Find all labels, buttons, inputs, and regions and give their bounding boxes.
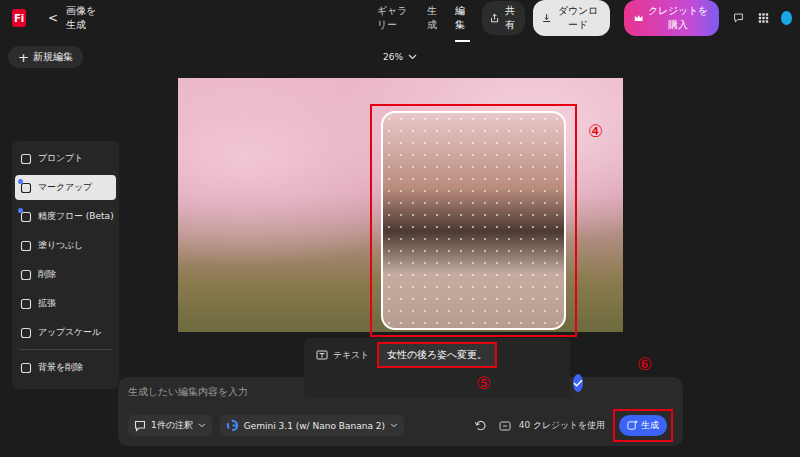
tool-icon — [20, 327, 32, 339]
firefly-logo[interactable]: Fi — [12, 9, 26, 27]
tool-icon — [20, 211, 32, 223]
annotation-marker: ④ — [588, 123, 603, 140]
new-badge — [18, 179, 23, 184]
note-popup: テキスト女性の後ろ姿へ変更。 ⑤ — [304, 338, 570, 398]
buy-credits-button[interactable]: クレジットを購入 — [624, 0, 719, 36]
page-title: 画像を生成 — [66, 4, 105, 32]
nav-tabs: ギャラリー生成編集 — [377, 0, 469, 42]
workspace: +新規編集 26% ④ プロンプトマークアップ精度フロー (Beta) 塗りつぶし削除… — [0, 36, 800, 457]
undo-icon[interactable] — [474, 419, 487, 432]
notes-dropdown[interactable]: 1件の注釈 — [128, 415, 212, 436]
sidebar-item[interactable]: 削除 — [15, 262, 116, 287]
photo[interactable]: ④ — [178, 78, 623, 332]
canvas: ④ — [0, 78, 800, 332]
comment-icon — [134, 420, 146, 432]
tool-sidebar: プロンプトマークアップ精度フロー (Beta) 塗りつぶし削除拡張アップスケール背… — [12, 141, 119, 389]
annotation-box: 生成 — [613, 409, 673, 442]
generate-button[interactable]: 生成 — [619, 415, 667, 436]
tool-icon — [20, 153, 32, 165]
crown-icon — [634, 13, 643, 23]
nav-tab[interactable]: 編集 — [455, 0, 469, 42]
sidebar-item[interactable]: アップスケール — [15, 320, 116, 345]
share-button[interactable]: 共有 — [482, 1, 525, 35]
nav-tab[interactable]: 生成 — [427, 0, 441, 42]
tool-icon — [20, 182, 32, 194]
apps-grid-icon[interactable] — [758, 11, 769, 25]
chevron-down-icon — [390, 423, 398, 428]
credit-cost: 40 クレジットを使用 — [519, 419, 605, 432]
sidebar-item[interactable]: 塗りつぶし — [15, 233, 116, 258]
annotation-marker: ⑥ — [637, 356, 652, 373]
canvas-toolbar: +新規編集 26% — [0, 36, 800, 78]
chevron-down-icon — [408, 54, 417, 60]
download-icon — [542, 12, 551, 24]
zoom-select[interactable]: 26% — [383, 52, 417, 62]
avatar-icon[interactable] — [781, 11, 792, 25]
note-text-field[interactable]: 女性の後ろ姿へ変更。 — [377, 342, 497, 368]
sidebar-item[interactable]: マークアップ — [15, 175, 116, 200]
tool-icon — [20, 298, 32, 310]
google-icon — [226, 419, 239, 432]
text-mode-button[interactable]: テキスト — [316, 349, 369, 362]
nav-tab[interactable]: ギャラリー — [377, 0, 413, 42]
firefly-editor: Fi<画像を生成ギャラリー生成編集 共有 ダウンロード クレジットを購入+新規編… — [0, 0, 800, 457]
feedback-icon[interactable] — [733, 11, 744, 25]
credit-icon — [499, 420, 511, 432]
top-bar: Fi<画像を生成ギャラリー生成編集 共有 ダウンロード クレジットを購入 — [0, 0, 800, 36]
sidebar-divider — [19, 349, 112, 350]
tool-icon — [20, 240, 32, 252]
model-dropdown[interactable]: Gemini 3.1 (w/ Nano Banana 2) — [220, 415, 404, 436]
back-button[interactable]: < — [48, 11, 58, 25]
markup-region[interactable] — [381, 111, 566, 330]
tool-icon — [20, 269, 32, 281]
sidebar-item[interactable]: プロンプト — [15, 146, 116, 171]
text-icon — [316, 349, 328, 361]
chevron-down-icon — [198, 423, 206, 428]
sparkle-image-icon — [627, 420, 638, 431]
sidebar-item[interactable]: 背景を削除 — [15, 355, 116, 380]
sidebar-item[interactable]: 拡張 — [15, 291, 116, 316]
annotation-marker: ⑤ — [476, 375, 491, 392]
sidebar-item[interactable]: 精度フロー (Beta) — [15, 204, 116, 229]
download-button[interactable]: ダウンロード — [533, 0, 610, 36]
tool-icon — [20, 362, 32, 374]
share-icon — [490, 12, 499, 24]
annotation-box — [370, 104, 577, 337]
new-badge — [18, 208, 23, 213]
new-edit-button[interactable]: +新規編集 — [8, 46, 83, 68]
